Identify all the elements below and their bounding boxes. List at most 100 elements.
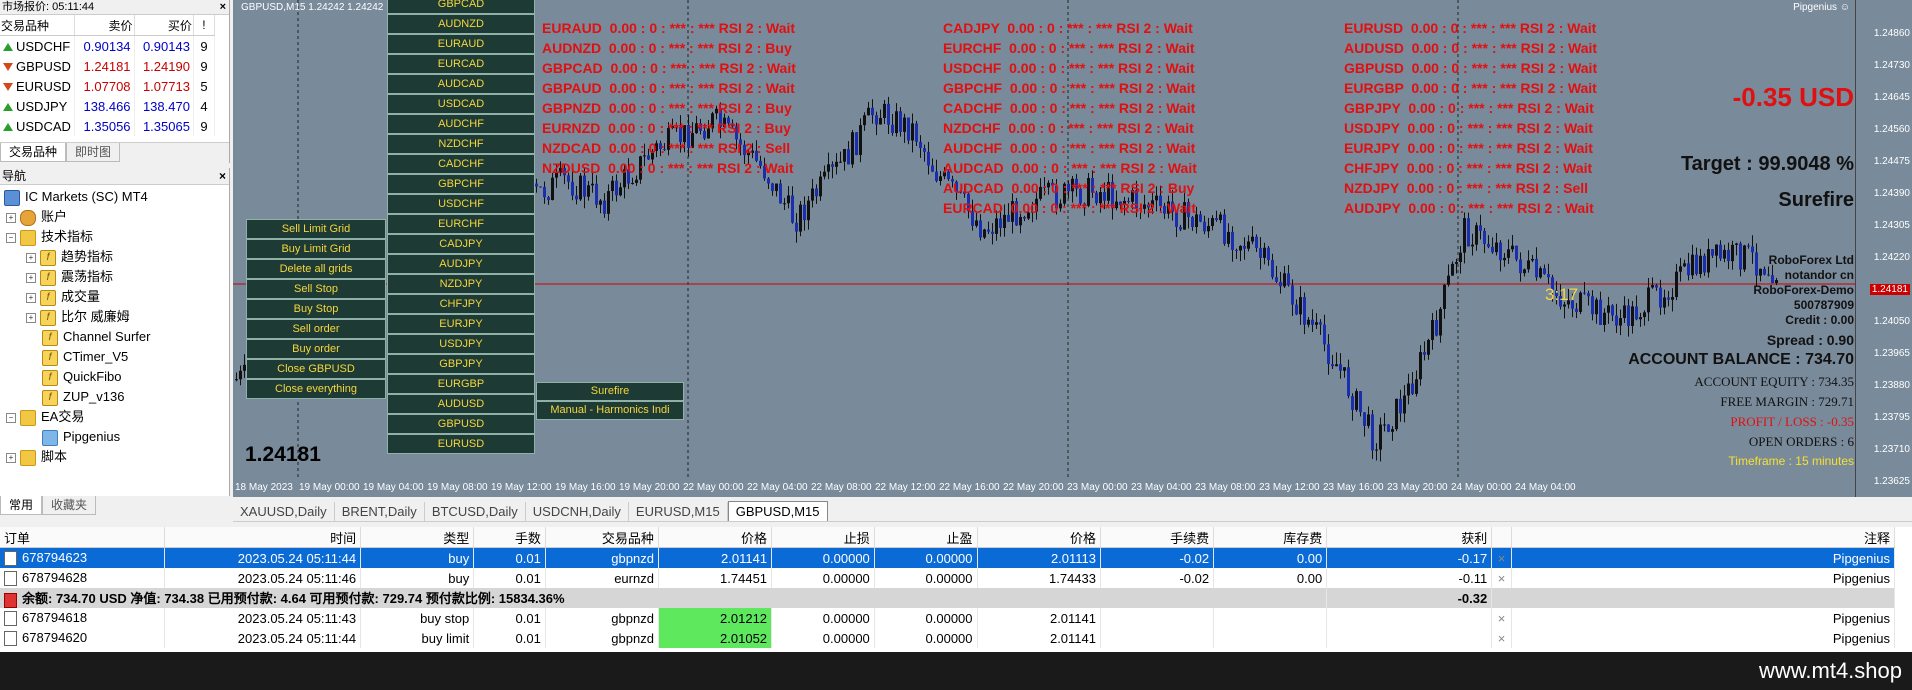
tree-pipgenius[interactable]: Pipgenius — [42, 428, 120, 446]
pair-button-audchf[interactable]: AUDCHF — [387, 114, 535, 134]
pair-button-gbpchf[interactable]: GBPCHF — [387, 174, 535, 194]
pair-button-chfjpy[interactable]: CHFJPY — [387, 294, 535, 314]
chart-tab[interactable]: BTCUSD,Daily — [425, 502, 526, 521]
order-column-header[interactable]: 时间 — [164, 527, 362, 548]
order-row[interactable]: 678794618 2023.05.24 05:11:43 buy stop 0.01… — [0, 608, 1896, 628]
expand-icon[interactable]: + — [26, 252, 36, 263]
surefire-button[interactable]: Surefire — [536, 382, 684, 401]
order-column-header[interactable]: 类型 — [360, 527, 475, 548]
tree-terminal[interactable]: IC Markets (SC) MT4 — [4, 188, 148, 206]
pair-button-eurjpy[interactable]: EURJPY — [387, 314, 535, 334]
close-order-icon[interactable]: × — [1491, 608, 1512, 628]
order-column-header[interactable]: 注释 — [1511, 527, 1896, 548]
pair-button-gbpjpy[interactable]: GBPJPY — [387, 354, 535, 374]
expand-icon[interactable]: + — [26, 292, 36, 303]
market-row[interactable]: USDCHF 0.90134 0.90143 9 — [0, 35, 216, 56]
pair-button-nzdchf[interactable]: NZDCHF — [387, 134, 535, 154]
delete-all-grids-button[interactable]: Delete all grids — [246, 259, 386, 279]
col-bid[interactable]: 卖价 — [74, 15, 135, 36]
order-column-header[interactable]: 价格 — [977, 527, 1102, 548]
harmonics-button[interactable]: Manual - Harmonics Indi — [536, 401, 684, 420]
tree-ctimer[interactable]: f CTimer_V5 — [42, 348, 128, 366]
sell-stop-button[interactable]: Sell Stop — [246, 279, 386, 299]
collapse-icon[interactable]: − — [6, 412, 16, 423]
col-ask[interactable]: 买价 — [134, 15, 194, 36]
market-row[interactable]: USDCAD 1.35056 1.35065 9 — [0, 116, 216, 136]
pair-button-gbpusd[interactable]: GBPUSD — [387, 414, 535, 434]
tree-zup[interactable]: f ZUP_v136 — [42, 388, 124, 406]
pair-button-cadjpy[interactable]: CADJPY — [387, 234, 535, 254]
pair-button-audusd[interactable]: AUDUSD — [387, 394, 535, 414]
order-column-header[interactable] — [1491, 527, 1512, 548]
pair-button-usdchf[interactable]: USDCHF — [387, 194, 535, 214]
buy-stop-button[interactable]: Buy Stop — [246, 299, 386, 319]
close-gbpusd-button[interactable]: Close GBPUSD — [246, 359, 386, 379]
market-row[interactable]: GBPUSD 1.24181 1.24190 9 — [0, 56, 216, 76]
order-column-header[interactable]: 获利 — [1326, 527, 1493, 548]
tree-accounts[interactable]: + 账户 — [6, 208, 67, 226]
pair-button-nzdjpy[interactable]: NZDJPY — [387, 274, 535, 294]
order-column-header[interactable]: 交易品种 — [545, 527, 659, 548]
chart-tab[interactable]: GBPUSD,M15 — [727, 501, 828, 521]
tree-volumes[interactable]: + f 成交量 — [26, 288, 100, 306]
pair-button-eurgbp[interactable]: EURGBP — [387, 374, 535, 394]
tree-bill-williams[interactable]: + f 比尔 威廉姆 — [26, 308, 130, 326]
order-column-header[interactable]: 订单 — [0, 527, 165, 548]
col-symbol[interactable]: 交易品种 — [0, 15, 76, 36]
pair-button-eurusd[interactable]: EURUSD — [387, 434, 535, 454]
market-row[interactable]: USDJPY 138.466 138.470 4 — [0, 96, 216, 116]
order-column-header[interactable]: 止损 — [771, 527, 875, 548]
chart-tab[interactable]: USDCNH,Daily — [526, 502, 629, 521]
pair-button-audnzd[interactable]: AUDNZD — [387, 14, 535, 34]
tree-trend[interactable]: + f 趋势指标 — [26, 248, 113, 266]
pair-button-eurcad[interactable]: EURCAD — [387, 54, 535, 74]
close-order-icon[interactable]: × — [1491, 628, 1512, 648]
order-row[interactable]: 678794623 2023.05.24 05:11:44 buy 0.01 gbpnz… — [0, 547, 1896, 568]
tab-favorites[interactable]: 收藏夹 — [42, 496, 97, 515]
chart-tab[interactable]: EURUSD,M15 — [629, 502, 728, 521]
order-row[interactable]: 678794628 2023.05.24 05:11:46 buy 0.01 eurnz… — [0, 568, 1896, 588]
tab-symbols[interactable]: 交易品种 — [0, 143, 67, 162]
close-everything-button[interactable]: Close everything — [246, 379, 386, 399]
pair-button-gbpcad[interactable]: GBPCAD — [387, 0, 535, 14]
order-column-header[interactable]: 止盈 — [874, 527, 978, 548]
col-spread[interactable]: ! — [193, 15, 216, 36]
order-column-header[interactable]: 价格 — [658, 527, 773, 548]
pair-button-usdcad[interactable]: USDCAD — [387, 94, 535, 114]
tree-oscillators[interactable]: + f 震荡指标 — [26, 268, 113, 286]
pair-button-usdjpy[interactable]: USDJPY — [387, 334, 535, 354]
pair-button-eurchf[interactable]: EURCHF — [387, 214, 535, 234]
tree-channel-surfer[interactable]: f Channel Surfer — [42, 328, 150, 346]
pair-button-cadchf[interactable]: CADCHF — [387, 154, 535, 174]
close-order-icon[interactable]: × — [1491, 547, 1512, 568]
tab-common[interactable]: 常用 — [0, 496, 43, 515]
market-row[interactable]: EURUSD 1.07708 1.07713 5 — [0, 76, 216, 96]
pair-button-euraud[interactable]: EURAUD — [387, 34, 535, 54]
tree-indicators[interactable]: − 技术指标 — [6, 228, 93, 246]
order-row[interactable]: 678794620 2023.05.24 05:11:44 buy limit 0.0… — [0, 628, 1896, 648]
tree-quickfibo[interactable]: f QuickFibo — [42, 368, 122, 386]
chart-tab[interactable]: BRENT,Daily — [335, 502, 425, 521]
collapse-icon[interactable]: − — [6, 232, 16, 243]
order-column-header[interactable]: 库存费 — [1213, 527, 1328, 548]
close-icon[interactable]: × — [220, 0, 226, 14]
expand-icon[interactable]: + — [6, 452, 16, 463]
pair-button-audjpy[interactable]: AUDJPY — [387, 254, 535, 274]
expand-icon[interactable]: + — [26, 312, 36, 323]
order-column-header[interactable]: 手续费 — [1100, 527, 1215, 548]
close-order-icon[interactable]: × — [1491, 568, 1512, 588]
price-axis[interactable]: 1.24860 1.24730 1.24645 1.24560 1.24475 1.243… — [1855, 0, 1912, 497]
buy-order-button[interactable]: Buy order — [246, 339, 386, 359]
sell-limit-grid-button[interactable]: Sell Limit Grid — [246, 219, 386, 239]
expand-icon[interactable]: + — [6, 212, 16, 223]
pair-button-audcad[interactable]: AUDCAD — [387, 74, 535, 94]
chart-window[interactable]: GBPUSD,M15 1.24242 1.24242 Pipgenius ☺ G… — [233, 0, 1912, 497]
tree-scripts[interactable]: + 脚本 — [6, 448, 67, 466]
tree-expert-advisors[interactable]: − EA交易 — [6, 408, 84, 426]
close-icon[interactable]: × — [219, 168, 226, 184]
sell-order-button[interactable]: Sell order — [246, 319, 386, 339]
expand-icon[interactable]: + — [26, 272, 36, 283]
order-column-header[interactable]: 手数 — [473, 527, 546, 548]
tab-ticks[interactable]: 即时图 — [66, 143, 121, 162]
chart-tab[interactable]: XAUUSD,Daily — [233, 502, 335, 521]
